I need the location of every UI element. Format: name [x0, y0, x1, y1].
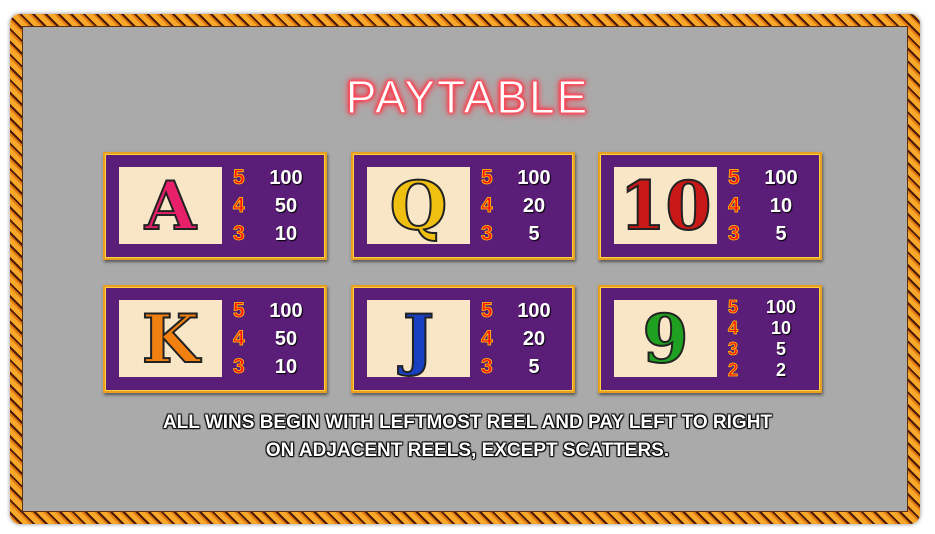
- paytable-title: PAYTABLE: [345, 71, 590, 124]
- pay-row: 22: [728, 360, 812, 381]
- pay-row: 35: [481, 222, 565, 246]
- rules-note: ALL WINS BEGIN WITH LEFTMOST REEL AND PA…: [0, 409, 935, 465]
- pay-row: 4 50: [233, 327, 317, 351]
- paytable-panel-10: 10 5 100 4 10 3 5: [598, 152, 822, 260]
- match-count: 3: [233, 355, 245, 379]
- pay-row: 3 10: [233, 355, 317, 379]
- pay-row: 5 100: [728, 166, 812, 190]
- match-count: 4: [481, 194, 493, 218]
- payout-value: 100: [269, 166, 303, 189]
- match-count: 3: [233, 222, 245, 246]
- paytable-panel-9: 9 5 100 4 10 3 5 2 2: [598, 285, 822, 393]
- payout-value: 2: [775, 360, 786, 380]
- payout-value: 100: [517, 299, 551, 322]
- payout-value: 10: [770, 318, 792, 338]
- pay-row: 35: [728, 222, 812, 246]
- pay-list: 5 100 4 20 3 5: [481, 164, 565, 248]
- payout-value: 20: [522, 327, 546, 350]
- payout-value: 10: [274, 355, 298, 378]
- payout-value: 5: [775, 222, 787, 245]
- paytable-panel-k: K 5 100 4 50 3 10: [103, 285, 327, 393]
- payout-value: 5: [775, 339, 786, 359]
- payout-value: 5: [528, 222, 540, 245]
- match-count: 5: [233, 166, 245, 190]
- match-count: 3: [728, 222, 740, 246]
- symbol-k-icon: K: [119, 299, 222, 379]
- match-count: 5: [481, 166, 493, 190]
- pay-row: 5 100: [481, 166, 565, 190]
- match-count: 4: [233, 194, 245, 218]
- match-count: 4: [728, 194, 740, 218]
- match-count: 2: [728, 360, 739, 381]
- payout-value: 100: [764, 166, 798, 189]
- payout-value: 100: [765, 297, 797, 317]
- paytable-panel-q: Q 5 100 4 20 3 5: [351, 152, 575, 260]
- symbol-9-icon: 9: [614, 299, 717, 379]
- paytable-panel-j: J 5 100 4 20 3 5: [351, 285, 575, 393]
- pay-row: 4 20: [481, 194, 565, 218]
- pay-list: 5 100 4 50 3 10: [233, 297, 317, 381]
- symbol-j-icon: J: [367, 299, 470, 379]
- match-count: 4: [728, 318, 739, 339]
- pay-list: 5 100 4 50 3 10: [233, 164, 317, 248]
- payout-value: 100: [517, 166, 551, 189]
- rules-line-1: ALL WINS BEGIN WITH LEFTMOST REEL AND PA…: [162, 412, 773, 433]
- payout-value: 5: [528, 355, 540, 378]
- match-count: 5: [233, 299, 245, 323]
- symbol-10-icon: 10: [614, 166, 717, 246]
- pay-row: 4 20: [481, 327, 565, 351]
- pay-list: 5 100 4 10 3 5 2 2: [728, 297, 812, 381]
- symbol-a-icon: A: [119, 166, 222, 246]
- pay-row: 5 100: [233, 166, 317, 190]
- payout-value: 20: [522, 194, 546, 217]
- match-count: 3: [481, 355, 493, 379]
- payout-value: 10: [274, 222, 298, 245]
- payout-value: 10: [769, 194, 793, 217]
- pay-row: 5 100: [233, 299, 317, 323]
- pay-row: 35: [481, 355, 565, 379]
- match-count: 5: [728, 166, 740, 190]
- match-count: 3: [481, 222, 493, 246]
- pay-row: 4 50: [233, 194, 317, 218]
- pay-list: 5 100 4 10 3 5: [728, 164, 812, 248]
- match-count: 5: [481, 299, 493, 323]
- rules-line-2: ON ADJACENT REELS, EXCEPT SCATTERS.: [265, 440, 670, 461]
- pay-row: 4 10: [728, 318, 812, 339]
- pay-row: 3 10: [233, 222, 317, 246]
- pay-row: 5 100: [728, 297, 812, 318]
- match-count: 5: [728, 297, 739, 318]
- pay-row: 35: [728, 339, 812, 360]
- match-count: 4: [481, 327, 493, 351]
- paytable-panel-a: A 5 100 4 50 3 10: [103, 152, 327, 260]
- pay-row: 4 10: [728, 194, 812, 218]
- pay-row: 5 100: [481, 299, 565, 323]
- match-count: 3: [728, 339, 739, 360]
- payout-value: 50: [274, 327, 298, 350]
- pay-list: 5 100 4 20 3 5: [481, 297, 565, 381]
- symbol-q-icon: Q: [367, 166, 470, 246]
- payout-value: 100: [269, 299, 303, 322]
- payout-value: 50: [274, 194, 298, 217]
- match-count: 4: [233, 327, 245, 351]
